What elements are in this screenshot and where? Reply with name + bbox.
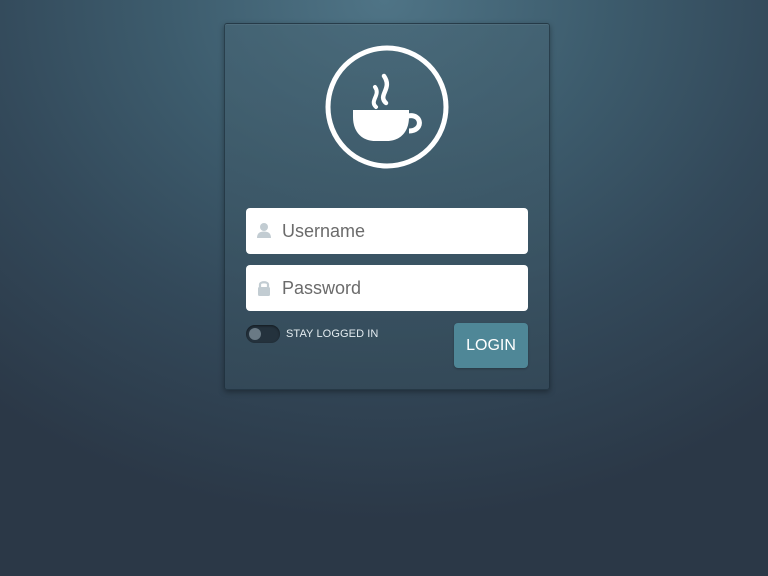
login-button[interactable]: LOGIN: [454, 323, 528, 368]
password-input[interactable]: [282, 265, 518, 311]
username-input[interactable]: [282, 208, 518, 254]
login-panel: STAY LOGGED IN LOGIN: [224, 23, 550, 390]
stay-logged-in-toggle[interactable]: [246, 325, 280, 343]
user-icon: [256, 222, 272, 240]
coffee-cup-icon: [325, 45, 449, 169]
stay-logged-in-label: STAY LOGGED IN: [286, 328, 379, 340]
username-field: [246, 208, 528, 254]
password-field: [246, 265, 528, 311]
toggle-knob: [249, 328, 261, 340]
lock-icon: [256, 279, 272, 297]
